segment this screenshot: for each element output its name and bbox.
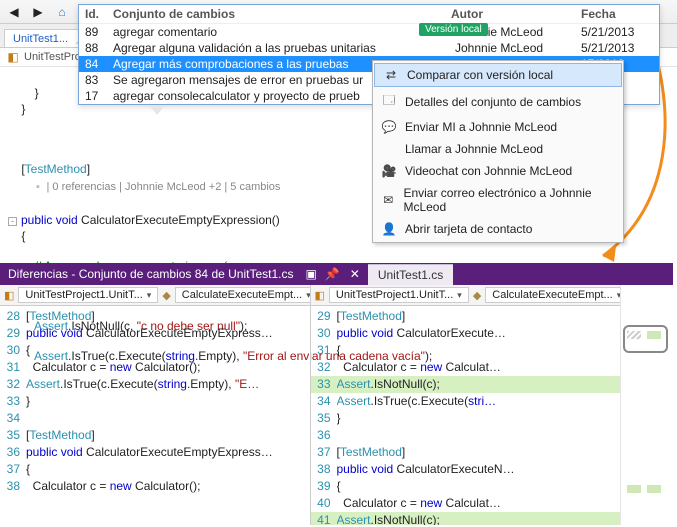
- details-icon: 🗔: [381, 91, 397, 112]
- right-type-crumb[interactable]: UnitTestProject1.UnitT...▾: [329, 287, 469, 303]
- overview-viewport[interactable]: [623, 325, 668, 353]
- right-diff-code[interactable]: 29[TestMethod]30public void CalculatorEx…: [311, 306, 621, 525]
- diff-line: 28[TestMethod]: [0, 308, 310, 325]
- diff-line: 34Assert.IsTrue(c.Execute(stri…: [311, 393, 621, 410]
- diff-line: 33Assert.IsNotNull(c);: [311, 376, 621, 393]
- right-file-tab[interactable]: UnitTest1.cs: [368, 264, 453, 285]
- left-diff-code[interactable]: 28[TestMethod]29public void CalculatorEx…: [0, 306, 310, 495]
- diff-line: 29public void CalculatorExecuteEmptyExpr…: [0, 325, 310, 342]
- history-row[interactable]: 88Agregar alguna validación a las prueba…: [79, 40, 659, 56]
- history-header: Id. Conjunto de cambios Autor Fecha: [79, 5, 659, 24]
- ctx-contact[interactable]: 👤Abrir tarjeta de contacto: [373, 218, 623, 240]
- diff-line: 34: [0, 410, 310, 427]
- ctx-im[interactable]: 💬Enviar MI a Johnnie McLeod: [373, 116, 623, 138]
- ctx-details[interactable]: 🗔Detalles del conjunto de cambios: [373, 87, 623, 116]
- ctx-mail[interactable]: ✉Enviar correo electrónico a Johnnie McL…: [373, 182, 623, 218]
- outline-toggle[interactable]: -: [8, 217, 17, 226]
- diff-header: Diferencias - Conjunto de cambios 84 de …: [0, 263, 673, 285]
- ctx-call[interactable]: Llamar a Johnnie McLeod: [373, 138, 623, 160]
- diff-line: 41Assert.IsNotNull(c);: [311, 512, 621, 525]
- ctx-compare[interactable]: ⇄Comparar con versión local: [374, 63, 622, 87]
- history-row[interactable]: 89agregar comentarioJohnnie McLeod5/21/2…: [79, 24, 659, 40]
- diff-line: 31 Calculator c = new Calculator();: [0, 359, 310, 376]
- video-icon: 🎥: [381, 164, 397, 178]
- csharp-file-icon: ◧: [6, 50, 20, 64]
- diff-line: 36public void CalculatorExecuteEmptyExpr…: [0, 444, 310, 461]
- nav-forward-button[interactable]: ▶: [28, 3, 48, 21]
- diff-line: 31{: [311, 342, 621, 359]
- home-button[interactable]: ⌂: [52, 3, 72, 21]
- compare-icon: ⇄: [383, 68, 399, 82]
- contact-icon: 👤: [381, 222, 397, 236]
- home-icon: ⌂: [58, 5, 65, 19]
- diff-line: 33}: [0, 393, 310, 410]
- col-id: Id.: [85, 7, 113, 21]
- right-pane-breadcrumb: ◧ UnitTestProject1.UnitT...▾ ◆ Calculate…: [311, 285, 621, 306]
- diff-title: Diferencias - Conjunto de cambios 84 de …: [0, 267, 301, 281]
- left-pane-breadcrumb: ◧ UnitTestProject1.UnitT...▾ ◆ Calculate…: [0, 285, 310, 306]
- diff-overview-ruler[interactable]: [620, 285, 670, 525]
- local-version-badge: Versión local: [419, 23, 488, 36]
- keep-open-icon[interactable]: ▣: [301, 267, 320, 281]
- diff-line: 30{: [0, 342, 310, 359]
- diff-line: 30public void CalculatorExecute…: [311, 325, 621, 342]
- method-icon: ◆: [473, 288, 481, 302]
- forward-icon: ▶: [33, 5, 42, 19]
- diff-line: 37{: [0, 461, 310, 478]
- csharp-icon: ◧: [315, 288, 325, 302]
- popup-pointer-icon: [149, 105, 165, 115]
- close-icon[interactable]: ✕: [344, 267, 366, 281]
- csharp-icon: ◧: [4, 288, 14, 302]
- nav-back-button[interactable]: ◀: [4, 3, 24, 21]
- diff-line: 32Assert.IsTrue(c.Execute(string.Empty),…: [0, 376, 310, 393]
- diff-line: 29[TestMethod]: [311, 308, 621, 325]
- pin-icon[interactable]: 📌: [321, 267, 344, 281]
- col-author: Autor: [451, 7, 581, 21]
- diff-line: 36: [311, 427, 621, 444]
- diff-line: 37[TestMethod]: [311, 444, 621, 461]
- right-method-crumb[interactable]: CalculateExecuteEmpt...▾: [485, 287, 620, 303]
- attribute: TestMethod: [25, 162, 87, 176]
- diff-line: 35}: [311, 410, 621, 427]
- left-method-crumb[interactable]: CalculateExecuteEmpt...▾: [175, 287, 311, 303]
- diff-line: 38public void CalculatorExecuteN…: [311, 461, 621, 478]
- diff-left-pane: ◧ UnitTestProject1.UnitT...▾ ◆ Calculate…: [0, 285, 311, 525]
- diff-line: 39{: [311, 478, 621, 495]
- mail-icon: ✉: [381, 193, 395, 207]
- im-icon: 💬: [381, 120, 397, 134]
- diff-area: ◧ UnitTestProject1.UnitT...▾ ◆ Calculate…: [0, 285, 670, 525]
- context-menu: ⇄Comparar con versión local🗔Detalles del…: [372, 60, 624, 243]
- diff-right-pane: ◧ UnitTestProject1.UnitT...▾ ◆ Calculate…: [311, 285, 621, 525]
- diff-line: 32 Calculator c = new Calculat…: [311, 359, 621, 376]
- method-icon: ◆: [162, 288, 170, 302]
- diff-line: 40 Calculator c = new Calculat…: [311, 495, 621, 512]
- diff-line: 35[TestMethod]: [0, 427, 310, 444]
- back-icon: ◀: [9, 5, 18, 19]
- ctx-video[interactable]: 🎥Videochat con Johnnie McLeod: [373, 160, 623, 182]
- diff-line: 38 Calculator c = new Calculator();: [0, 478, 310, 495]
- tab-label: UnitTest1...: [13, 33, 68, 45]
- col-date: Fecha: [581, 7, 653, 21]
- col-desc: Conjunto de cambios: [113, 7, 451, 21]
- left-type-crumb[interactable]: UnitTestProject1.UnitT...▾: [18, 287, 158, 303]
